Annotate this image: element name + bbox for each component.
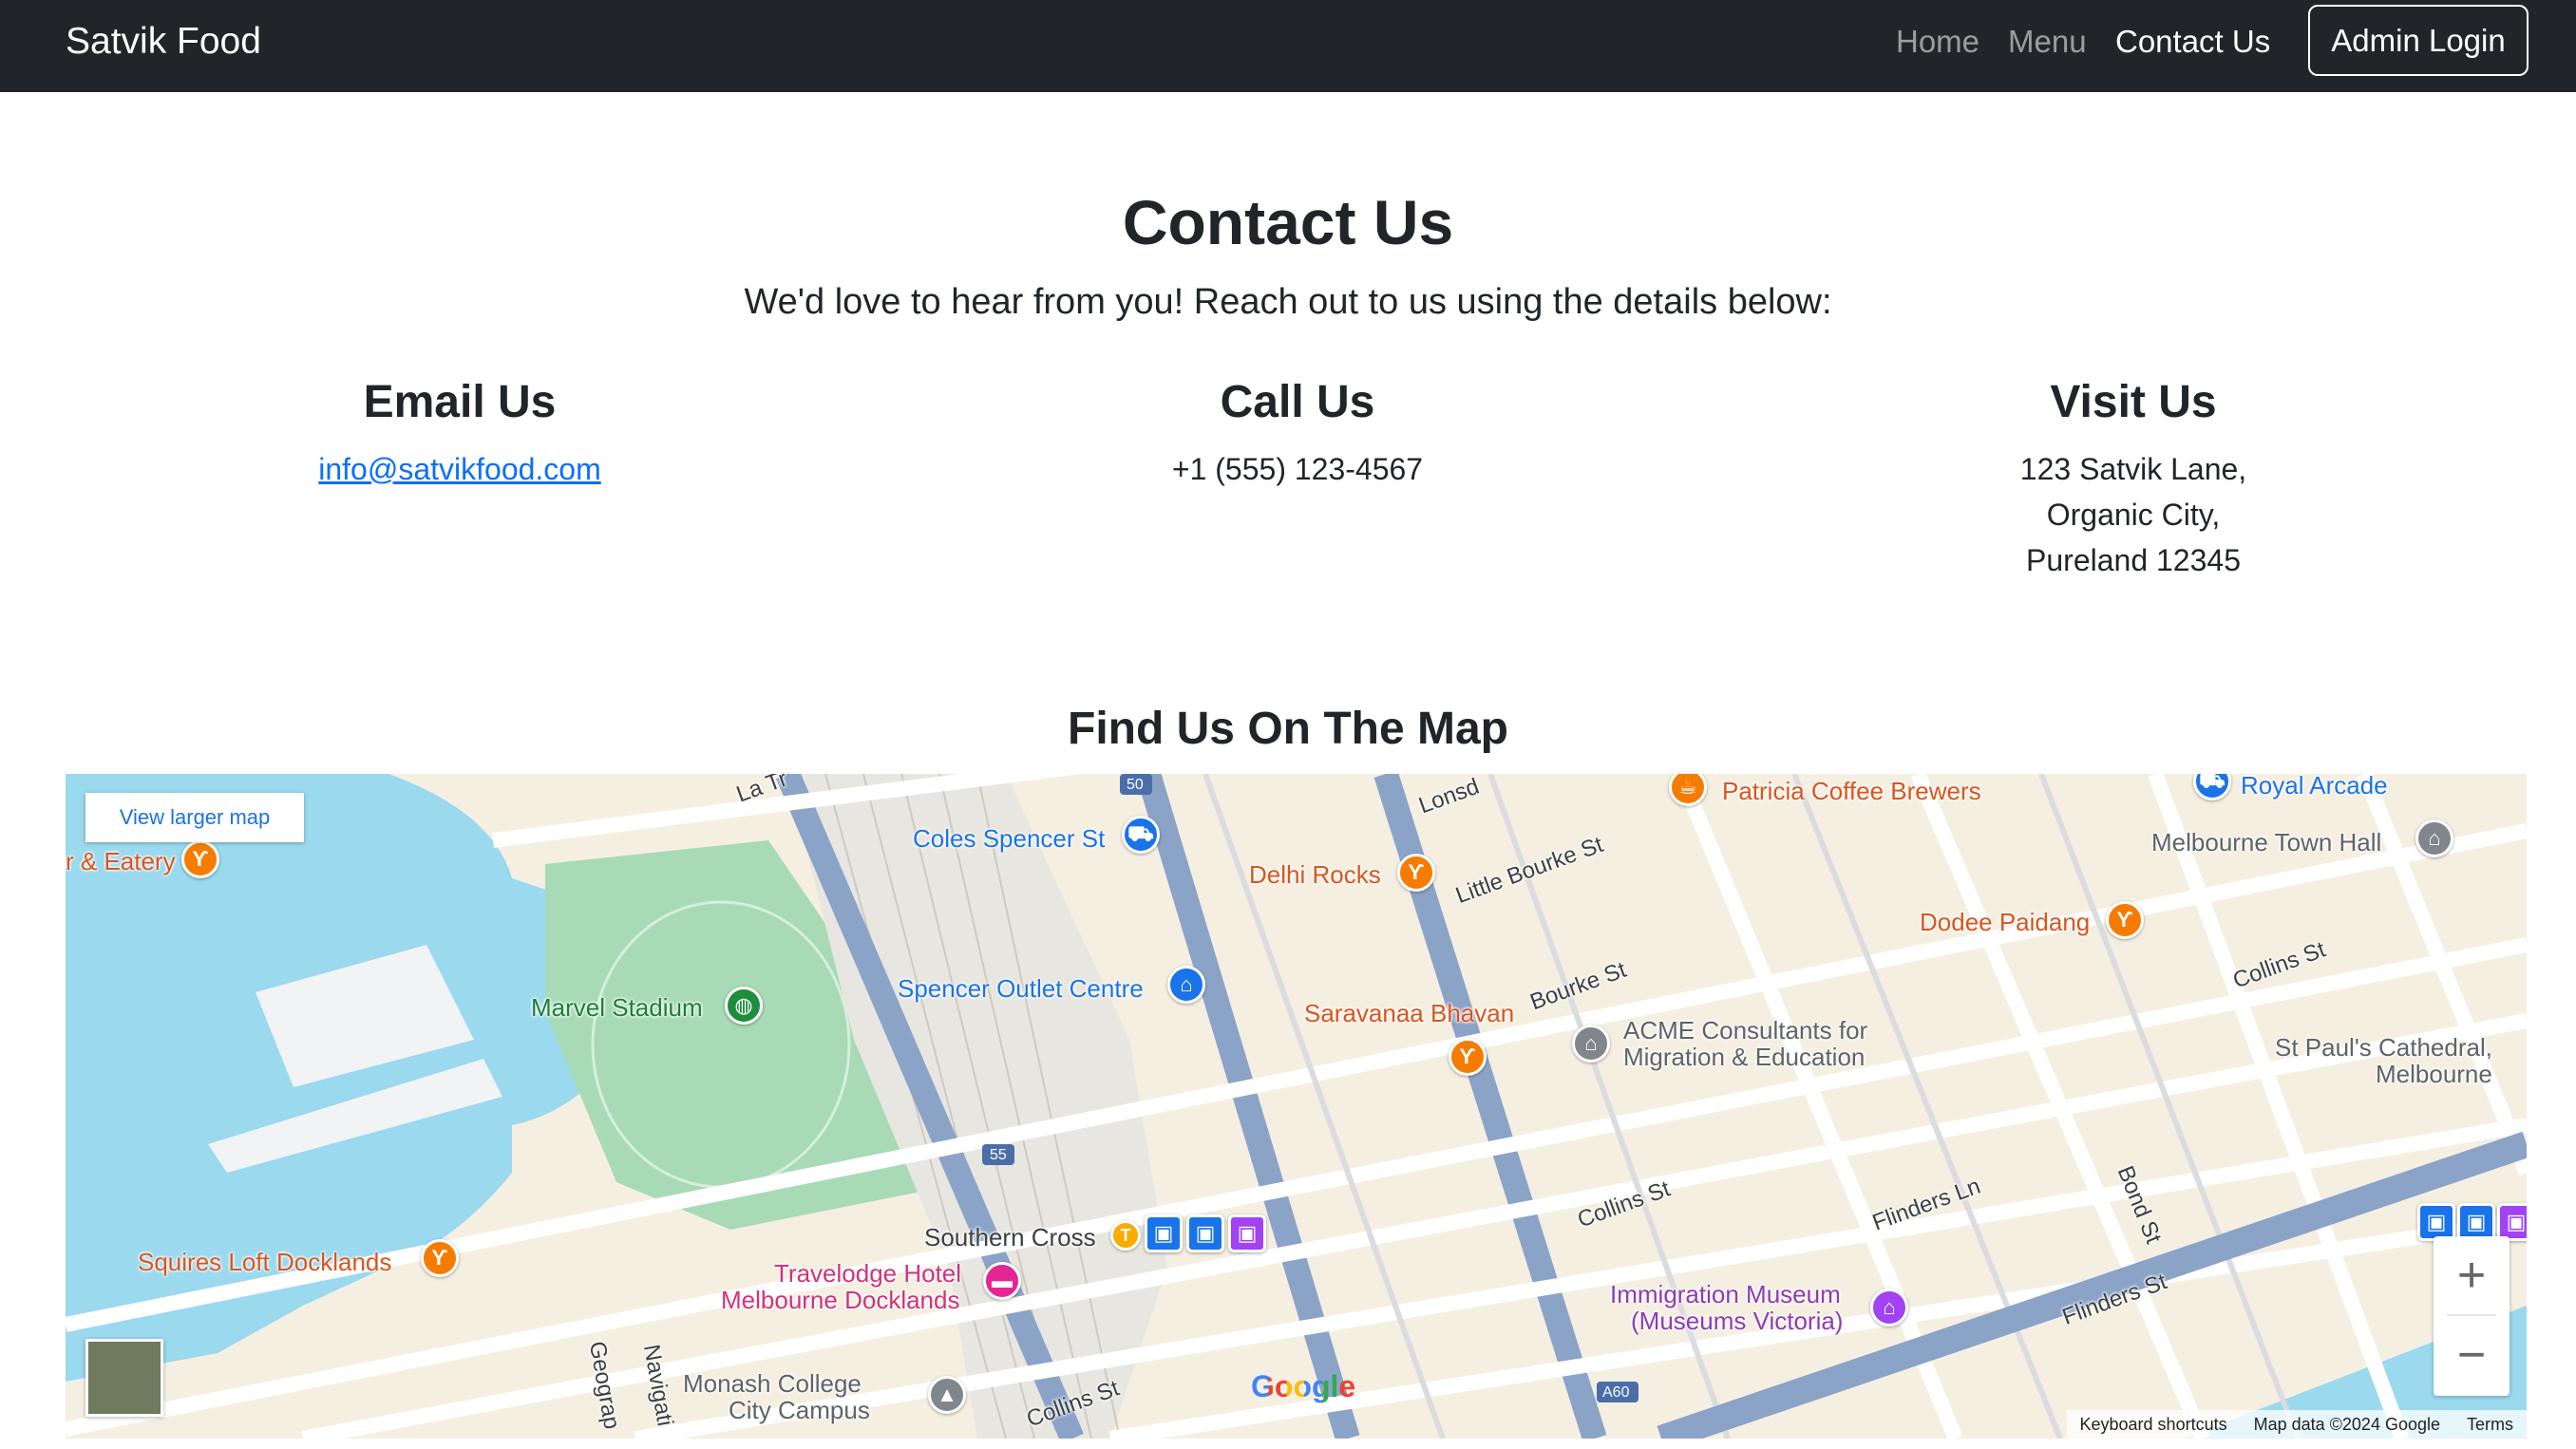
call-column: Call Us +1 (555) 123-4567 <box>918 372 1677 492</box>
address-line-2: Organic City, <box>2046 498 2221 532</box>
place-monash-line-2[interactable]: City Campus <box>729 1397 870 1423</box>
restaurant-pin-icon[interactable]: ϒ <box>1397 854 1435 892</box>
email-link[interactable]: info@satvikfood.com <box>318 452 601 486</box>
place-squires-loft[interactable]: Squires Loft Docklands <box>138 1249 391 1275</box>
restaurant-pin-icon[interactable]: ϒ <box>421 1239 459 1277</box>
nav-link-contact[interactable]: Contact Us <box>2115 21 2270 63</box>
place-monash-line-1[interactable]: Monash College <box>683 1370 862 1397</box>
call-heading: Call Us <box>1220 377 1375 427</box>
taxi-icon[interactable]: T <box>1110 1220 1141 1251</box>
email-heading: Email Us <box>363 377 557 427</box>
office-pin-icon[interactable]: ⌂ <box>1572 1025 1610 1063</box>
place-acme-line-1[interactable]: ACME Consultants for <box>1623 1017 1867 1044</box>
tram-icon[interactable]: ▣ <box>1186 1214 1224 1252</box>
place-immigration-line-2[interactable]: (Museums Victoria) <box>1631 1308 1843 1334</box>
address-line-3: Pureland 12345 <box>2026 543 2241 577</box>
admin-login-button[interactable]: Admin Login <box>2308 5 2529 76</box>
place-saravanaa-bhavan[interactable]: Saravanaa Bhavan <box>1304 1000 1514 1026</box>
train-icon[interactable]: ▣ <box>1228 1214 1266 1252</box>
place-travelodge-line-1[interactable]: Travelodge Hotel <box>774 1260 961 1287</box>
nav-link-menu[interactable]: Menu <box>2008 21 2087 63</box>
shopping-bag-pin-icon[interactable]: ⌂ <box>1167 966 1205 1004</box>
school-pin-icon[interactable]: ▲ <box>928 1376 966 1414</box>
route-55-badge: 55 <box>990 1147 1007 1163</box>
shopping-cart-pin-icon[interactable]: ⛟ <box>1122 816 1160 854</box>
keyboard-shortcuts-link[interactable]: Keyboard shortcuts <box>2067 1415 2241 1435</box>
route-50-badge: 50 <box>1127 777 1144 793</box>
view-larger-map-link[interactable]: View larger map <box>85 793 304 842</box>
place-southern-cross[interactable]: Southern Cross <box>924 1224 1096 1251</box>
address-line-1: 123 Satvik Lane, <box>2019 452 2247 486</box>
map-section-title: Find Us On The Map <box>1068 704 1508 754</box>
google-logo-text: Google <box>1251 1369 1356 1403</box>
page-title: Contact Us <box>1122 187 1454 257</box>
tram-icon[interactable]: ▣ <box>2457 1203 2495 1241</box>
zoom-in-button[interactable]: + <box>2434 1236 2510 1314</box>
embedded-map[interactable]: 50 55 A60 Lonsd La Tr Little Bourke St B… <box>66 774 2527 1439</box>
stadium-pin-icon[interactable]: ◍ <box>725 987 763 1025</box>
place-spencer-outlet[interactable]: Spencer Outlet Centre <box>898 975 1144 1002</box>
place-delhi-rocks[interactable]: Delhi Rocks <box>1249 861 1381 888</box>
place-immigration-line-1[interactable]: Immigration Museum <box>1610 1281 1841 1308</box>
place-marvel-stadium[interactable]: Marvel Stadium <box>531 994 703 1021</box>
place-patricia-coffee[interactable]: Patricia Coffee Brewers <box>1722 778 1981 804</box>
restaurant-pin-icon[interactable]: ϒ <box>181 840 219 878</box>
map-data-attribution: Map data ©2024 Google <box>2253 1414 2440 1434</box>
train-icon[interactable]: ▣ <box>1145 1214 1183 1252</box>
google-logo: Google <box>1251 1369 1355 1404</box>
place-st-pauls-line-1[interactable]: St Paul's Cathedral, <box>2275 1034 2492 1061</box>
navbar: Satvik Food Home Menu Contact Us Admin L… <box>0 0 2576 92</box>
place-dodee-paidang[interactable]: Dodee Paidang <box>1920 909 2090 935</box>
visit-column: Visit Us 123 Satvik Lane, Organic City, … <box>1753 372 2513 583</box>
phone-number: +1 (555) 123-4567 <box>1171 452 1424 486</box>
zoom-out-button[interactable]: − <box>2434 1316 2510 1394</box>
place-acme-line-2[interactable]: Migration & Education <box>1623 1044 1865 1070</box>
page-lead-text: We'd love to hear from you! Reach out to… <box>744 282 1832 322</box>
route-a60-badge: A60 <box>1602 1384 1630 1401</box>
place-royal-arcade[interactable]: Royal Arcade <box>2241 774 2388 799</box>
train-icon[interactable]: ▣ <box>2497 1203 2527 1241</box>
restaurant-pin-icon[interactable]: ϒ <box>1449 1038 1487 1076</box>
email-column: Email Us info@satvikfood.com <box>80 372 840 492</box>
brand-logo-text[interactable]: Satvik Food <box>66 17 261 66</box>
restaurant-pin-icon[interactable]: ϒ <box>2106 901 2144 939</box>
civic-building-pin-icon[interactable]: ⌂ <box>2415 819 2453 857</box>
terms-link[interactable]: Terms <box>2453 1415 2527 1435</box>
place-coles[interactable]: Coles Spencer St <box>913 825 1105 852</box>
place-town-hall[interactable]: Melbourne Town Hall <box>2151 829 2381 856</box>
zoom-control: + − <box>2434 1236 2510 1396</box>
satellite-layer-toggle[interactable] <box>85 1339 163 1417</box>
place-travelodge-line-2[interactable]: Melbourne Docklands <box>721 1287 959 1313</box>
museum-pin-icon[interactable]: ⌂ <box>1870 1289 1908 1327</box>
visit-heading: Visit Us <box>2050 377 2217 427</box>
nav-link-home[interactable]: Home <box>1896 21 1979 63</box>
map-footer: Keyboard shortcuts Map data ©2024 Google… <box>2066 1410 2527 1439</box>
hotel-pin-icon[interactable]: ▬ <box>983 1262 1021 1300</box>
place-eatery[interactable]: r & Eatery <box>66 848 176 875</box>
place-st-pauls-line-2[interactable]: Melbourne <box>2376 1061 2492 1087</box>
train-icon[interactable]: ▣ <box>2417 1203 2455 1241</box>
